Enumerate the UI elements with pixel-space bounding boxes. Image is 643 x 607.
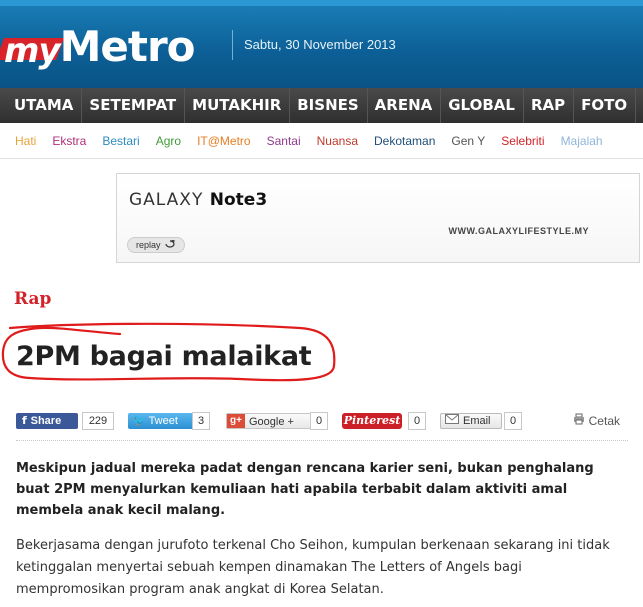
sub-nav-item-nuansa[interactable]: Nuansa	[317, 134, 358, 148]
site-logo[interactable]: my Metro	[4, 22, 196, 71]
main-nav-item-mutakhir[interactable]: MUTAKHIR	[185, 88, 291, 123]
sub-nav-item-ekstra[interactable]: Ekstra	[52, 134, 86, 148]
sub-nav-item-agro[interactable]: Agro	[156, 134, 181, 148]
main-nav-item-video[interactable]: VIDEO	[636, 88, 643, 123]
facebook-share-button[interactable]: f Share	[16, 413, 78, 429]
main-nav-item-foto[interactable]: FOTO	[574, 88, 637, 123]
sub-nav-item-gen-y[interactable]: Gen Y	[451, 134, 485, 148]
ad-replay-button[interactable]: replay	[127, 237, 185, 253]
twitter-tweet-count: 3	[192, 412, 210, 430]
ad-model-number: 3	[255, 190, 268, 210]
replay-icon	[164, 238, 176, 252]
ad-url: WWW.GALAXYLIFESTYLE.MY	[448, 226, 589, 236]
pinterest-button[interactable]: Pinterest	[342, 413, 402, 429]
main-nav-item-bisnes[interactable]: BISNES	[290, 88, 368, 123]
ad-banner[interactable]: GALAXY Note3 WWW.GALAXYLIFESTYLE.MY repl…	[116, 173, 640, 263]
sub-nav-item-selebriti[interactable]: Selebriti	[501, 134, 544, 148]
logo-my-text: my	[4, 31, 61, 71]
email-label: Email	[463, 415, 491, 427]
email-count: 0	[504, 412, 522, 430]
sub-nav-item-bestari[interactable]: Bestari	[102, 134, 139, 148]
facebook-icon: f	[22, 414, 31, 427]
google-plus-icon: g+	[227, 414, 245, 428]
main-nav-item-setempat[interactable]: SETEMPAT	[82, 88, 186, 123]
article-category[interactable]: Rap	[14, 289, 51, 309]
sub-nav-item-it-metro[interactable]: IT@Metro	[197, 134, 251, 148]
main-nav-item-utama[interactable]: UTAMA	[0, 88, 83, 123]
headline-block: 2PM bagai malaikat	[0, 322, 340, 384]
email-button[interactable]: Email	[440, 413, 502, 429]
facebook-share-count: 229	[82, 412, 114, 430]
sub-navigation: Hati Ekstra Bestari Agro IT@Metro Santai Nuans…	[0, 123, 643, 159]
sub-nav-item-hati[interactable]: Hati	[15, 134, 36, 148]
sub-nav-item-dekotaman[interactable]: Dekotaman	[374, 134, 435, 148]
sub-nav-item-majalah[interactable]: Majalah	[561, 134, 603, 148]
header-date: Sabtu, 30 November 2013	[244, 37, 396, 52]
envelope-icon	[445, 413, 459, 429]
logo-metro-text: Metro	[59, 22, 196, 71]
twitter-bird-icon: 🐦	[132, 415, 146, 427]
sub-nav-item-santai[interactable]: Santai	[267, 134, 301, 148]
article-body: Bekerjasama dengan jurufoto terkenal Cho…	[16, 538, 610, 597]
ad-model-name: Note	[209, 190, 256, 210]
main-nav-item-global[interactable]: GLOBAL	[441, 88, 524, 123]
main-nav-item-arena[interactable]: ARENA	[368, 88, 442, 123]
main-nav-item-rap[interactable]: RAP	[524, 88, 575, 123]
printer-icon	[573, 413, 585, 428]
google-plus-count: 0	[310, 412, 328, 430]
ad-brand: GALAXY Note3	[129, 190, 267, 210]
share-bar: f Share 229 🐦 Tweet 3 g+ Google + 0 Pint…	[16, 410, 628, 432]
pinterest-count: 0	[408, 412, 426, 430]
ad-replay-label: replay	[136, 240, 161, 250]
print-button[interactable]: Cetak	[573, 413, 620, 428]
facebook-share-label: Share	[30, 415, 62, 427]
twitter-tweet-label: Tweet	[148, 415, 178, 427]
google-plus-label: Google +	[249, 416, 294, 428]
main-navigation: UTAMA SETEMPAT MUTAKHIR BISNES ARENA GLOBAL RA…	[0, 88, 643, 123]
article-lead: Meskipun jadual mereka padat dengan renc…	[16, 461, 594, 518]
ad-brand-name: GALAXY	[129, 190, 204, 210]
header-separator	[232, 30, 233, 60]
pinterest-label: Pinterest	[343, 414, 401, 427]
print-label: Cetak	[588, 413, 620, 428]
site-header: my Metro Sabtu, 30 November 2013	[0, 0, 643, 88]
article-title: 2PM bagai malaikat	[16, 341, 312, 372]
header-stripe	[0, 0, 643, 6]
share-divider	[16, 440, 628, 441]
